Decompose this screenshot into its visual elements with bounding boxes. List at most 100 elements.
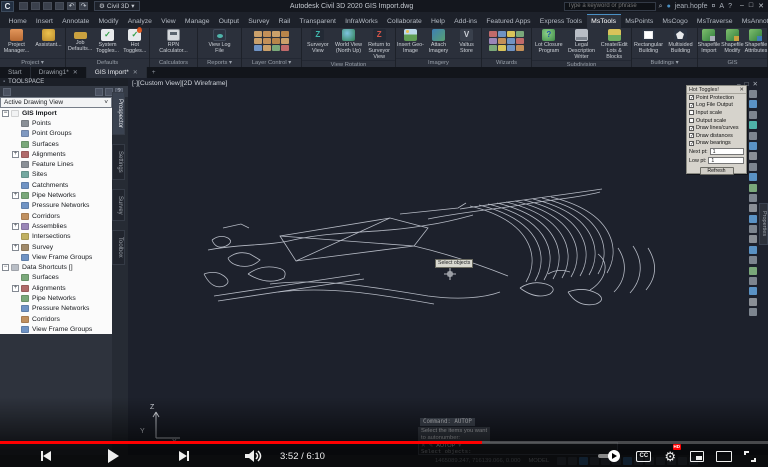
- wizards-mini-button[interactable]: [498, 45, 506, 51]
- job-defaults-button[interactable]: Job Defaults...: [67, 29, 93, 52]
- side-tool-icon[interactable]: [749, 100, 757, 108]
- shapefile-attributes-button[interactable]: Shapefile Attributes: [745, 29, 768, 54]
- side-tool-icon[interactable]: [749, 267, 757, 275]
- world-view-north-up-button[interactable]: World View (North Up): [334, 29, 364, 54]
- item-view-icon[interactable]: [95, 88, 103, 96]
- ribbon-tab-modify[interactable]: Modify: [94, 15, 123, 28]
- ribbon-tab-infraworks[interactable]: InfraWorks: [341, 15, 383, 28]
- previous-button[interactable]: [38, 447, 54, 465]
- layers-mini-button[interactable]: [263, 38, 271, 44]
- insert-geo-image-button[interactable]: Insert Geo-Image: [397, 29, 424, 54]
- ribbon-tab-output[interactable]: Output: [214, 15, 244, 28]
- tree-item-corridors[interactable]: Corridors: [0, 211, 112, 221]
- tree-item-pipe-networks[interactable]: Pipe Networks: [0, 293, 112, 303]
- side-tool-icon[interactable]: [749, 235, 757, 243]
- wizards-mini-button[interactable]: [489, 45, 497, 51]
- layers-mini-button[interactable]: [281, 38, 289, 44]
- tree-item-feature-lines[interactable]: Feature Lines: [0, 159, 112, 169]
- doc-tab-close-icon[interactable]: ✕: [133, 69, 138, 76]
- rectangular-building-button[interactable]: Rectangular Building: [633, 29, 664, 54]
- autoplay-toggle[interactable]: [596, 450, 622, 462]
- tree-item-points[interactable]: Points: [0, 118, 112, 128]
- layers-mini-button[interactable]: [263, 31, 271, 37]
- toolspace-tab-prospector[interactable]: Prospector: [112, 92, 125, 135]
- wizards-mini-button[interactable]: [516, 31, 524, 37]
- doc-tab-start[interactable]: Start: [0, 67, 31, 78]
- expand-icon[interactable]: +: [12, 223, 19, 230]
- new-icon[interactable]: [19, 2, 28, 10]
- expand-icon[interactable]: +: [12, 285, 19, 292]
- miniplayer-button[interactable]: [690, 451, 704, 462]
- next-pt-input[interactable]: 1: [710, 148, 744, 155]
- layers-mini-button[interactable]: [272, 38, 280, 44]
- tree-item-pipe-networks[interactable]: +Pipe Networks: [0, 190, 112, 200]
- toolspace-tool-icon[interactable]: [3, 88, 11, 96]
- panel-label-reports[interactable]: Reports ▾: [198, 58, 241, 67]
- toggle-draw-distances[interactable]: ✓Draw distances: [687, 132, 746, 140]
- layers-mini-button[interactable]: [254, 31, 262, 37]
- hot-toggles-titlebar[interactable]: Hot Toggles! ✕: [687, 86, 746, 94]
- toggle-input-scale[interactable]: Input scale: [687, 109, 746, 117]
- ribbon-tab-mscogo[interactable]: MsCogo: [658, 15, 693, 28]
- side-tool-icon[interactable]: [749, 256, 757, 264]
- minimize-button[interactable]: –: [740, 2, 744, 10]
- collapse-icon[interactable]: −: [2, 264, 9, 271]
- layers-mini-button[interactable]: [254, 45, 262, 51]
- multisided-building-button[interactable]: Multisided Building: [665, 29, 696, 54]
- toolspace-titlebar[interactable]: ▪ TOOLSPACE: [0, 78, 128, 86]
- doc-tab-close-icon[interactable]: ✕: [73, 69, 78, 76]
- doc-tab-drawing1[interactable]: Drawing1*✕: [31, 67, 87, 78]
- wizards-mini-button[interactable]: [507, 31, 515, 37]
- checked-checkbox-icon[interactable]: ✓: [689, 95, 694, 100]
- project-manager-button[interactable]: Project Manager...: [1, 29, 32, 54]
- side-tool-icon[interactable]: [749, 142, 757, 150]
- workspace-selector[interactable]: ⚙ Civil 3D ▾: [94, 1, 140, 11]
- tree-item-data-shortcuts[interactable]: −Data Shortcuts []: [0, 262, 112, 272]
- side-tool-icon[interactable]: [749, 152, 757, 160]
- open-icon[interactable]: [31, 2, 40, 10]
- wizards-mini-button[interactable]: [489, 31, 497, 37]
- side-tool-icon[interactable]: [749, 121, 757, 129]
- refresh-button[interactable]: Refresh: [700, 167, 734, 175]
- save-icon[interactable]: [43, 2, 52, 10]
- ribbon-tab-mstools[interactable]: MsTools: [587, 14, 621, 28]
- wizards-mini-button[interactable]: [498, 38, 506, 44]
- toolspace-tab-toolbox[interactable]: Toolbox: [112, 230, 125, 265]
- dialog-close-icon[interactable]: ✕: [739, 87, 744, 93]
- wizards-mini-button[interactable]: [507, 45, 515, 51]
- side-tool-icon[interactable]: [749, 132, 757, 140]
- toggle-log-file-output[interactable]: ✓Log File Output: [687, 102, 746, 110]
- autodesk-a-menu-icon[interactable]: A: [719, 2, 724, 11]
- expand-icon[interactable]: +: [12, 192, 19, 199]
- ribbon-tab-msannotate[interactable]: MsAnnotate: [737, 15, 768, 28]
- app-store-cart-icon[interactable]: ¤: [712, 2, 716, 11]
- side-tool-icon[interactable]: [749, 287, 757, 295]
- side-tool-icon[interactable]: [749, 194, 757, 202]
- player-progress-bar[interactable]: [0, 441, 768, 444]
- toolspace-tab-settings[interactable]: Settings: [112, 144, 125, 180]
- layers-mini-button[interactable]: [281, 45, 289, 51]
- maximize-button[interactable]: □: [749, 2, 753, 10]
- side-tool-icon[interactable]: [749, 215, 757, 223]
- ribbon-tab-collaborate[interactable]: Collaborate: [382, 15, 426, 28]
- return-to-surveyor-view-button[interactable]: ZReturn to Surveyor View: [364, 29, 394, 60]
- assistant-button[interactable]: Assistant...: [33, 29, 64, 48]
- expand-icon[interactable]: +: [12, 244, 19, 251]
- legal-description-writer-button[interactable]: Legal Description Writer: [566, 29, 598, 60]
- new-drawing-tab-button[interactable]: +: [147, 67, 161, 78]
- checked-checkbox-icon[interactable]: ✓: [689, 126, 694, 131]
- low-pt-input[interactable]: 1: [708, 157, 744, 164]
- system-toggles-button[interactable]: ✓System Toggles...: [94, 29, 120, 54]
- help-icon[interactable]: ?: [728, 2, 732, 11]
- close-button[interactable]: ✕: [758, 2, 764, 10]
- panel-label-buildings[interactable]: Buildings ▾: [632, 58, 697, 67]
- ribbon-tab-mspoints[interactable]: MsPoints: [621, 15, 658, 28]
- ribbon-tab-manage[interactable]: Manage: [180, 15, 214, 28]
- signed-in-user[interactable]: jean.hopfe: [675, 2, 708, 11]
- tree-item-gis-import[interactable]: −GIS Import: [0, 108, 112, 118]
- valtus-store-button[interactable]: VValtus Store: [453, 29, 480, 54]
- fullscreen-button[interactable]: [744, 451, 756, 462]
- tree-item-view-frame-groups[interactable]: View Frame Groups: [0, 324, 112, 334]
- layers-mini-button[interactable]: [263, 45, 271, 51]
- expand-icon[interactable]: +: [12, 151, 19, 158]
